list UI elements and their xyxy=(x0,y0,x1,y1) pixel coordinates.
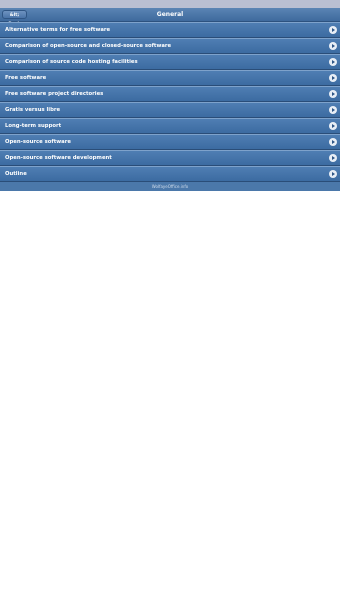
list-item[interactable]: Free software xyxy=(0,70,340,86)
list-item-label: Free software project directories xyxy=(5,91,104,97)
page-title: General xyxy=(156,11,184,18)
list-item[interactable]: Comparison of source code hosting facili… xyxy=(0,54,340,70)
list-item-label: Alternative terms for free software xyxy=(5,27,111,33)
list-item[interactable]: Comparison of open-source and closed-sou… xyxy=(0,38,340,54)
list-item-label: Free software xyxy=(5,75,47,81)
footer-credit: WolfayeOffice.info xyxy=(0,182,340,191)
app-screen: &lt; Back General Alternative terms for … xyxy=(0,0,340,606)
list-item-label: Comparison of source code hosting facili… xyxy=(5,59,138,65)
list-item-label: Open-source software development xyxy=(5,155,112,161)
chevron-right-icon[interactable] xyxy=(329,138,337,146)
chevron-right-icon[interactable] xyxy=(329,154,337,162)
topic-list: Alternative terms for free software Comp… xyxy=(0,22,340,182)
chevron-right-icon[interactable] xyxy=(329,26,337,34)
chevron-right-icon[interactable] xyxy=(329,42,337,50)
status-strip xyxy=(0,0,340,8)
list-item-label: Outline xyxy=(5,171,27,177)
chevron-right-icon[interactable] xyxy=(329,170,337,178)
list-item-label: Comparison of open-source and closed-sou… xyxy=(5,43,172,49)
chevron-right-icon[interactable] xyxy=(329,90,337,98)
chevron-right-icon[interactable] xyxy=(329,58,337,66)
list-item[interactable]: Open-source software xyxy=(0,134,340,150)
list-item[interactable]: Long-term support xyxy=(0,118,340,134)
list-item[interactable]: Open-source software development xyxy=(0,150,340,166)
navigation-bar: &lt; Back General xyxy=(0,8,340,27)
list-item[interactable]: Outline xyxy=(0,166,340,182)
list-item-label: Open-source software xyxy=(5,139,71,145)
chevron-right-icon[interactable] xyxy=(329,74,337,82)
list-item-label: Gratis versus libre xyxy=(5,107,61,113)
list-item-label: Long-term support xyxy=(5,123,62,129)
list-item[interactable]: Free software project directories xyxy=(0,86,340,102)
chevron-right-icon[interactable] xyxy=(329,106,337,114)
chevron-right-icon[interactable] xyxy=(329,122,337,130)
list-item[interactable]: Alternative terms for free software xyxy=(0,22,340,38)
list-item[interactable]: Gratis versus libre xyxy=(0,102,340,118)
